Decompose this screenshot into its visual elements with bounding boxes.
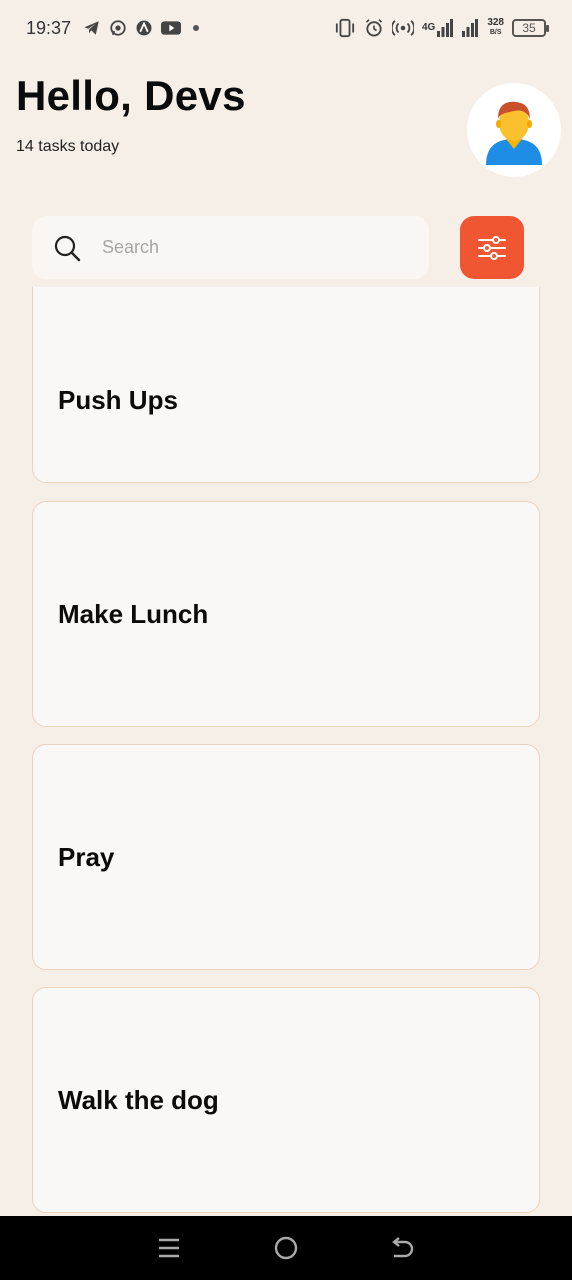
- task-title: Pray: [58, 841, 115, 872]
- task-count: 14 tasks today: [16, 138, 120, 155]
- signal-4g-icon: 4G: [421, 19, 454, 37]
- net-speed: 328 B/S: [487, 18, 504, 38]
- task-card[interactable]: Pray: [32, 744, 540, 970]
- filter-button[interactable]: [460, 216, 524, 279]
- battery-icon: 35: [512, 19, 549, 37]
- user-avatar-icon: [486, 101, 542, 165]
- task-title: Push Ups: [58, 384, 178, 415]
- alarm-icon: [364, 18, 384, 38]
- network-type: 4G: [421, 22, 436, 33]
- task-list[interactable]: Push Ups Make Lunch Pray Walk the dog: [0, 287, 572, 1216]
- back-button[interactable]: [383, 1228, 423, 1268]
- task-card[interactable]: Make Lunch: [32, 501, 540, 727]
- vibrate-icon: [334, 18, 356, 38]
- signal-icon: [461, 19, 479, 37]
- hotspot-icon: [391, 19, 414, 37]
- status-bar: 19:37 4G 328 B/S 35: [0, 0, 572, 56]
- task-title: Make Lunch: [58, 598, 209, 629]
- task-card[interactable]: Walk the dog: [32, 987, 540, 1213]
- search-input[interactable]: [102, 237, 402, 258]
- menu-button[interactable]: [149, 1228, 189, 1268]
- home-circle-icon: [274, 1236, 298, 1260]
- app-icon: [135, 19, 153, 37]
- status-right: 4G 328 B/S 35: [334, 18, 549, 38]
- task-card[interactable]: Push Ups: [32, 287, 540, 483]
- header: Hello, Devs 14 tasks today: [16, 72, 246, 156]
- youtube-icon: [161, 20, 182, 36]
- page-title: Hello, Devs: [16, 72, 246, 119]
- status-time: 19:37: [26, 17, 72, 38]
- net-speed-unit: B/S: [489, 29, 502, 36]
- sliders-icon: [478, 235, 506, 260]
- battery-level: 35: [522, 21, 536, 35]
- back-icon: [392, 1237, 414, 1258]
- status-left: 19:37: [26, 18, 203, 39]
- system-nav-bar: [0, 1216, 572, 1280]
- search-box[interactable]: [32, 216, 429, 279]
- search-icon: [52, 233, 82, 263]
- net-speed-value: 328: [487, 17, 504, 28]
- whatsapp-icon: [109, 19, 127, 37]
- task-title: Walk the dog: [58, 1084, 219, 1115]
- home-button[interactable]: [266, 1228, 306, 1268]
- dot-icon: [189, 21, 203, 35]
- avatar[interactable]: [467, 83, 561, 177]
- telegram-icon: [83, 19, 101, 37]
- menu-icon: [158, 1238, 179, 1258]
